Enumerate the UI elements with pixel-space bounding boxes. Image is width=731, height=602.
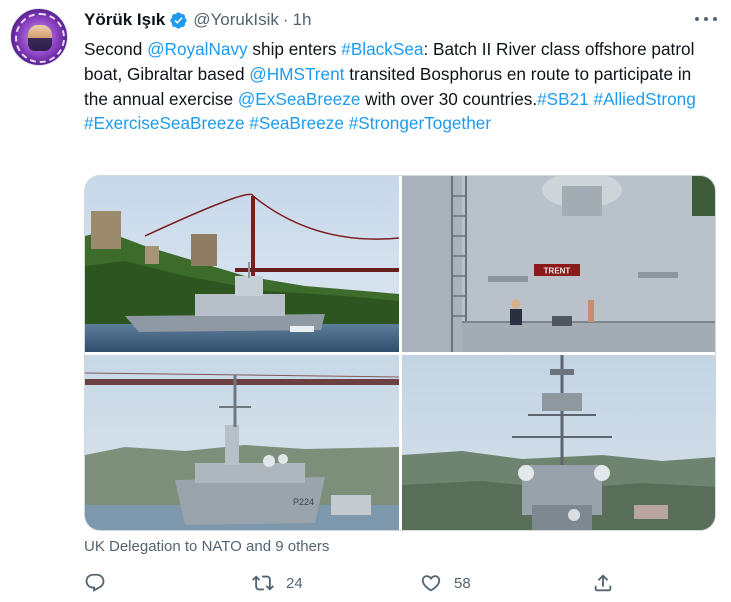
- avatar[interactable]: [10, 8, 68, 66]
- hull-number: P224: [293, 497, 314, 507]
- display-name[interactable]: Yörük Işık: [84, 10, 165, 30]
- mention-hmstrent[interactable]: @HMSTrent: [249, 64, 344, 84]
- text-segment: ship enters: [247, 39, 342, 59]
- timestamp[interactable]: 1h: [293, 10, 312, 30]
- handle[interactable]: @YorukIsik: [193, 10, 279, 30]
- heart-icon: [421, 575, 441, 592]
- like-button[interactable]: 58: [420, 568, 471, 598]
- photo-ship-mast-front-view[interactable]: [402, 355, 715, 530]
- hashtag-seabreeze[interactable]: #SeaBreeze: [249, 113, 344, 133]
- text-segment: Second: [84, 39, 148, 59]
- avatar-figure: [28, 25, 52, 51]
- photo-ship-bosphorus-bridge[interactable]: [85, 176, 399, 352]
- action-bar: 24 58: [84, 568, 624, 598]
- retweet-count: 24: [286, 574, 303, 592]
- reply-button[interactable]: [84, 568, 118, 598]
- photo-ship-bow-under-bridge[interactable]: P224: [85, 355, 399, 530]
- text-segment: with over 30 countries.: [360, 88, 538, 109]
- retweet-icon: [252, 575, 274, 591]
- retweet-button[interactable]: 24: [252, 568, 303, 598]
- hashtag-strongertogether[interactable]: #StrongerTogether: [349, 113, 491, 133]
- verified-badge-icon: [169, 11, 188, 30]
- photo-ship-deck-trent-nameplate[interactable]: TRENT: [402, 176, 715, 352]
- mention-exseabreeze[interactable]: @ExSeaBreeze: [238, 89, 361, 109]
- share-icon: [594, 574, 612, 592]
- liked-by-line[interactable]: UK Delegation to NATO and 9 others: [84, 538, 329, 555]
- tweet-text: Second @RoyalNavy ship enters #BlackSea:…: [84, 37, 704, 136]
- hashtag-alliedstrong[interactable]: #AlliedStrong: [594, 89, 696, 109]
- hashtag-blacksea[interactable]: #BlackSea: [341, 39, 423, 59]
- more-horizontal-icon[interactable]: [695, 10, 717, 28]
- tweet-header: Yörük Işık @YorukIsik · 1h: [84, 9, 311, 31]
- separator-dot: ·: [282, 10, 289, 29]
- like-count: 58: [454, 574, 471, 592]
- tweet[interactable]: Yörük Işık @YorukIsik · 1h Second @Royal…: [0, 0, 731, 602]
- hashtag-sb21[interactable]: #SB21: [537, 89, 589, 109]
- media-grid: TRENT P224: [84, 175, 716, 531]
- share-button[interactable]: [592, 568, 626, 598]
- reply-icon: [85, 573, 105, 592]
- hashtag-exerciseseabreeze[interactable]: #ExerciseSeaBreeze: [84, 113, 245, 133]
- nameplate-text: TRENT: [544, 267, 571, 276]
- mention-royalnavy[interactable]: @RoyalNavy: [147, 39, 248, 59]
